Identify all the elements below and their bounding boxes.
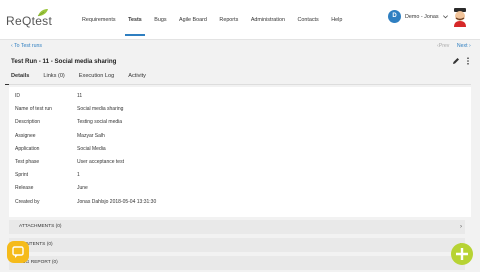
section-attachments[interactable]: ATTACHMENTS (0) › <box>9 220 465 234</box>
nav-tests[interactable]: Tests <box>125 0 145 40</box>
section-contents[interactable]: CONTENTS (0)› <box>9 238 465 252</box>
tab-activity[interactable]: Activity <box>128 70 146 85</box>
detail-value: User acceptance test <box>77 159 124 165</box>
detail-value: Testing social media <box>77 119 123 126</box>
details-panel: ID 11 Name of test run Social media sharing… <box>9 87 471 217</box>
detail-label: Application <box>15 145 40 152</box>
top-navigation-bar: ReQtest Requirements Tests Bugs Agile Board… <box>0 0 480 40</box>
pencil-icon[interactable] <box>452 57 460 65</box>
account-menu[interactable]: D Demo - Jonas <box>388 10 449 23</box>
detail-value: 1 <box>77 172 80 179</box>
account-name: Demo - Jonas <box>405 13 439 20</box>
nav-requirements[interactable]: Requirements <box>82 0 116 40</box>
page-title: Test Run - 11 - Social media sharing <box>11 58 117 65</box>
detail-label: Assignee <box>15 132 36 139</box>
detail-label: Test phase <box>15 159 40 165</box>
detail-value: June <box>77 185 88 192</box>
account-avatar: D <box>388 10 401 23</box>
chevron-down-icon <box>442 15 448 19</box>
detail-value: Jonas Dahlsjo 2018-05-04 13:31:30 <box>77 198 157 205</box>
nav-bugs[interactable]: Bugs <box>154 0 166 40</box>
detail-label: Release <box>15 185 34 192</box>
chat-button[interactable] <box>7 241 29 263</box>
plus-icon <box>456 248 468 260</box>
detail-label: Description <box>15 119 41 126</box>
section-label: ATTACHMENTS (0) <box>19 224 62 229</box>
nav-agile-board[interactable]: Agile Board <box>179 0 207 40</box>
prev-link[interactable]: ‹Prev <box>437 43 449 49</box>
pagination: ‹Prev Next › <box>437 43 471 49</box>
back-to-test-runs-link[interactable]: ‹ To Test runs <box>11 43 42 49</box>
more-vertical-icon[interactable] <box>465 57 471 65</box>
detail-label: ID <box>15 93 20 99</box>
tab-execution-log[interactable]: Execution Log <box>79 70 114 85</box>
detail-value: Social media sharing <box>77 106 124 113</box>
nav-administration[interactable]: Administration <box>251 0 285 40</box>
nav-help[interactable]: Help <box>331 0 342 40</box>
chat-icon <box>12 246 24 258</box>
reqtest-logo[interactable]: ReQtest <box>6 6 66 34</box>
tab-links[interactable]: Links (0) <box>43 70 64 85</box>
detail-label: Sprint <box>15 172 29 179</box>
nav-contacts[interactable]: Contacts <box>297 0 318 40</box>
chevron-right-icon: › <box>460 224 462 230</box>
add-button[interactable] <box>451 243 473 265</box>
nav-reports[interactable]: Reports <box>219 0 238 40</box>
detail-value: Mazyar Salh <box>77 132 105 139</box>
detail-value: 11 <box>77 93 83 99</box>
section-bug[interactable]: BUG REPORT (0)› <box>9 256 465 270</box>
detail-value: Social Media <box>77 145 106 152</box>
tab-bar: Details Links (0) Execution Log Activity <box>4 70 160 85</box>
user-avatar-icon[interactable] <box>451 7 469 27</box>
main-nav: Requirements Tests Bugs Agile Board Reports A… <box>82 0 355 40</box>
next-link[interactable]: Next › <box>457 43 471 49</box>
detail-label: Created by <box>15 198 40 205</box>
tab-details[interactable]: Details <box>4 70 36 85</box>
detail-label: Name of test run <box>15 106 52 113</box>
leaf-icon <box>37 9 48 17</box>
tab-divider <box>9 84 471 85</box>
